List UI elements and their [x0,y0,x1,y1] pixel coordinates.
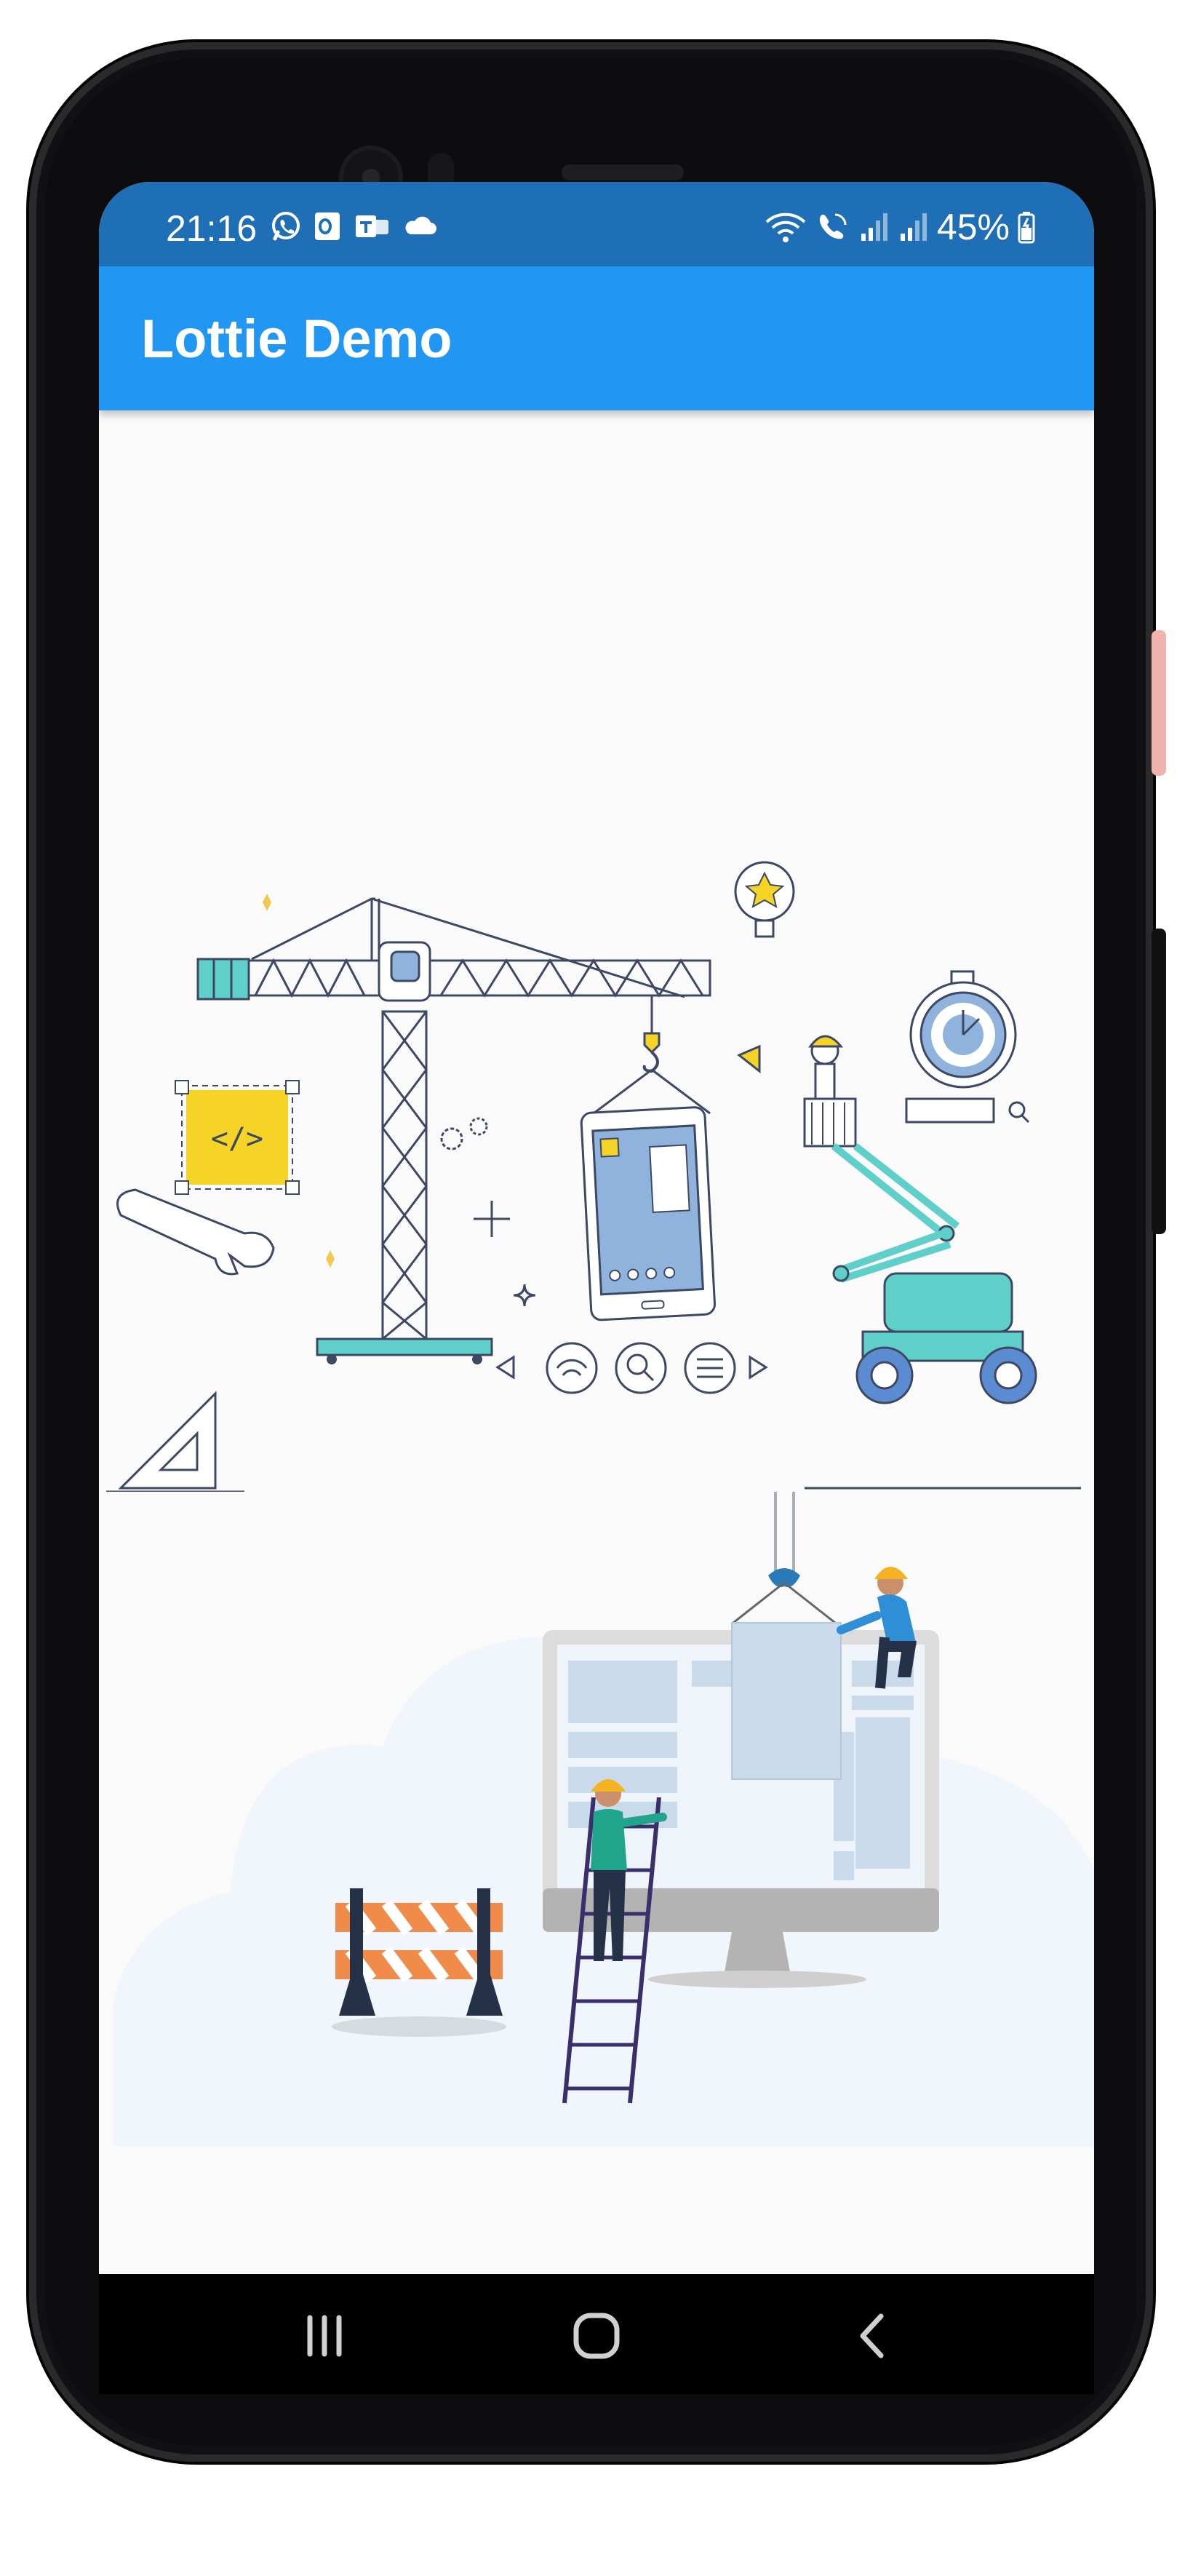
recent-apps-icon[interactable] [292,2303,357,2369]
cloud-icon [405,216,436,234]
home-icon[interactable] [564,2303,629,2369]
app-bar: Lottie Demo [99,266,1094,410]
signal-icon-2 [900,213,927,241]
battery-level: 45% [936,207,1010,247]
website-under-construction-animation [113,1492,1094,2147]
side-button-volume [1152,929,1166,1234]
back-icon[interactable] [841,2303,906,2369]
wifi-call-icon [819,213,847,239]
teams-icon [356,215,388,237]
status-time: 21:16 [166,208,258,249]
earpiece-speaker [562,164,684,180]
battery-icon [1018,212,1035,244]
wifi-icon [765,212,806,242]
svg-text:</>: </> [211,1122,263,1156]
phone-screen: 21:16 45% Lottie Demo </> [99,182,1094,2274]
whatsapp-icon [272,212,300,241]
outlook-icon [315,212,340,240]
signal-icon [861,213,887,241]
navigation-bar [99,2274,1094,2394]
status-bar: 21:16 45% [99,182,1094,266]
app-title: Lottie Demo [141,309,452,369]
construction-crane-animation: </> [106,861,1081,1492]
side-button-power [1152,630,1166,776]
